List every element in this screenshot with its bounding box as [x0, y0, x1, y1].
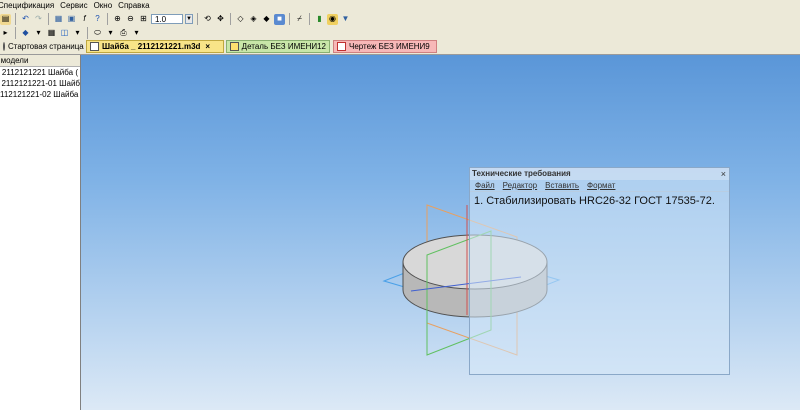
new-icon[interactable]: ▤ [0, 13, 11, 25]
select-icon[interactable]: ▸ [0, 28, 11, 39]
zoom-in-icon[interactable]: ⊕ [112, 14, 123, 25]
toolbar-separator [107, 13, 108, 25]
drawing-icon [337, 42, 346, 51]
tab-label: Чертеж БЕЗ ИМЕНИ9 [349, 42, 430, 51]
tech-window-menu: Файл Редактор Вставить Формат [470, 180, 729, 192]
secondary-toolbar: ▸ ◆ ▾ ▦ ◫ ▾ ⬭ ▾ ⎙ ▾ [0, 27, 190, 39]
tab-label: Шайба _ 2112121221.m3d [102, 42, 201, 51]
tab-start-page[interactable]: Стартовая страница [0, 40, 85, 53]
tree-item-assembly[interactable]: ) 2112121221 Шайба ( [0, 67, 80, 78]
save-icon[interactable]: ▣ [66, 14, 77, 25]
wireframe-icon[interactable]: ◈ [248, 14, 259, 25]
tree-item-label: 2112121221 Шайба ( [1, 68, 78, 77]
document-icon [3, 42, 5, 51]
zoom-fit-icon[interactable]: ⊞ [138, 14, 149, 25]
pan-icon[interactable]: ✥ [215, 14, 226, 25]
help-icon[interactable]: ? [92, 14, 103, 25]
tech-menu-insert[interactable]: Вставить [545, 180, 579, 191]
tab-close-icon[interactable]: × [205, 42, 210, 51]
properties-icon[interactable]: ◉ [327, 13, 338, 25]
plane-dropdown-icon[interactable]: ▾ [105, 28, 116, 39]
toolbar-separator [230, 13, 231, 25]
tech-menu-editor[interactable]: Редактор [503, 180, 537, 191]
tab-label: Стартовая страница [8, 42, 84, 51]
part-icon [230, 42, 239, 51]
close-icon[interactable]: × [721, 168, 726, 180]
undo-icon[interactable]: ↶ [20, 14, 31, 25]
toolbar-separator [289, 13, 290, 25]
fx-icon[interactable]: f [79, 14, 90, 25]
print-icon[interactable]: ⎙ [118, 28, 129, 39]
tab-label: Деталь БЕЗ ИМЕНИ12 [241, 42, 326, 51]
menu-help[interactable]: Справка [118, 1, 155, 10]
tech-requirements-window[interactable]: Технические требования × Файл Редактор В… [469, 167, 730, 375]
layer-icon[interactable]: ◆ [20, 28, 31, 39]
zoom-out-icon[interactable]: ⊖ [125, 14, 136, 25]
tech-requirement-line: 1. Стабилизировать HRC26-32 ГОСТ 17535-7… [474, 195, 715, 207]
print-dropdown-icon[interactable]: ▾ [131, 28, 142, 39]
toolbar-background [190, 27, 800, 39]
toolbar-separator [48, 13, 49, 25]
tree-item-execution-02[interactable]: 112121221-02 Шайба [0, 89, 80, 100]
toolbar-separator [309, 13, 310, 25]
tab-drawing[interactable]: Чертеж БЕЗ ИМЕНИ9 [333, 40, 437, 53]
snap-dropdown-icon[interactable]: ▾ [72, 28, 83, 39]
hidden-lines-icon[interactable]: ◆ [261, 14, 272, 25]
tab-washer-model[interactable]: Шайба _ 2112121221.m3d × [86, 40, 224, 53]
plane-icon[interactable]: ⬭ [92, 28, 103, 39]
tech-requirements-text[interactable]: 1. Стабилизировать HRC26-32 ГОСТ 17535-7… [470, 192, 729, 210]
document-tab-bar: Стартовая страница Шайба _ 2112121221.m3… [0, 39, 800, 55]
library-icon[interactable]: ▦ [53, 14, 64, 25]
toolbar-separator [15, 27, 16, 39]
toolbar-separator [15, 13, 16, 25]
layer-dropdown-icon[interactable]: ▾ [33, 28, 44, 39]
tree-header: о модели [0, 55, 80, 67]
zoom-input[interactable]: 1.0 [151, 14, 183, 24]
toolbar-separator [87, 27, 88, 39]
tech-menu-file[interactable]: Файл [475, 180, 495, 191]
menu-specification[interactable]: Спецификация [0, 1, 60, 10]
section-icon[interactable]: ⌿ [294, 14, 305, 25]
view-iso-icon[interactable]: ◇ [235, 14, 246, 25]
menu-window[interactable]: Окно [94, 1, 119, 10]
filter-icon[interactable]: ▼ [340, 14, 351, 25]
tree-item-label: 2112121221-01 Шайб [1, 79, 80, 88]
tech-window-title: Технические требования × [470, 168, 729, 180]
measure-icon[interactable]: ▮ [314, 14, 325, 25]
tree-item-execution-01[interactable]: 2112121221-01 Шайб [0, 78, 80, 89]
tab-detail[interactable]: Деталь БЕЗ ИМЕНИ12 [226, 40, 330, 53]
zoom-dropdown-icon[interactable]: ▼ [185, 14, 193, 24]
rotate-icon[interactable]: ⟲ [202, 14, 213, 25]
part-icon [90, 42, 99, 51]
redo-icon[interactable]: ↷ [33, 14, 44, 25]
shaded-icon[interactable]: ■ [274, 13, 285, 25]
tech-window-title-text: Технические требования [472, 169, 571, 178]
snap-icon[interactable]: ◫ [59, 28, 70, 39]
toolbar-background [370, 11, 800, 27]
toolbar-separator [197, 13, 198, 25]
main-toolbar: ▤ ↶ ↷ ▦ ▣ f ? ⊕ ⊖ ⊞ 1.0 ▼ ⟲ ✥ ◇ ◈ ◆ ■ ⌿ … [0, 11, 370, 27]
menu-bar: Спецификация Сервис Окно Справка [0, 0, 800, 11]
model-tree-panel: о модели ) 2112121221 Шайба ( 2112121221… [0, 55, 81, 410]
tree-item-label: 112121221-02 Шайба [0, 90, 79, 99]
grid-icon[interactable]: ▦ [46, 28, 57, 39]
menu-service[interactable]: Сервис [60, 1, 93, 10]
tech-menu-format[interactable]: Формат [587, 180, 615, 191]
